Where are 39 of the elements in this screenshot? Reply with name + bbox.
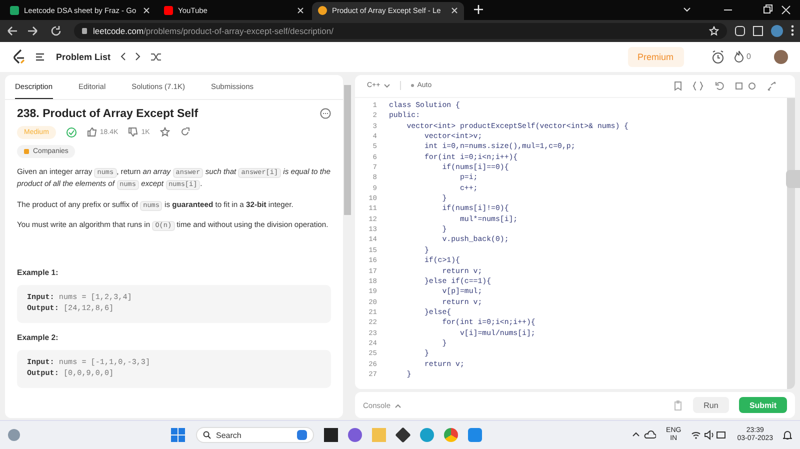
favicon-icon: [318, 6, 327, 16]
more-icon[interactable]: [320, 108, 331, 120]
alarm-clock-icon[interactable]: [710, 50, 725, 64]
flame-icon[interactable]: [734, 50, 744, 64]
new-tab-icon[interactable]: [474, 5, 483, 14]
clipboard-icon[interactable]: [673, 400, 683, 411]
caret-icon: [384, 84, 390, 88]
close-icon[interactable]: [143, 7, 150, 14]
favicon-icon: [10, 6, 19, 16]
list-icon[interactable]: [35, 52, 47, 62]
previous-icon[interactable]: [120, 52, 126, 62]
solved-check-icon: [66, 126, 77, 138]
tray-icons[interactable]: [632, 430, 656, 440]
caret-icon: [394, 404, 401, 408]
search-icon: [203, 431, 212, 440]
favicon-icon: [164, 6, 173, 16]
network-volume-battery-icons[interactable]: [691, 430, 728, 440]
logo-icon[interactable]: [12, 48, 26, 65]
bell-icon[interactable]: [783, 430, 792, 440]
problem-title: 238. Product of Array Except Self: [17, 108, 200, 120]
thumbs-up-icon: [86, 127, 97, 138]
user-avatar[interactable]: [774, 50, 788, 64]
thumbs-down-icon: [128, 127, 138, 138]
app-icon[interactable]: [324, 428, 338, 442]
problem-list-link[interactable]: Problem List: [56, 52, 111, 62]
close-icon[interactable]: [451, 7, 458, 14]
streak-count: 0: [746, 52, 751, 62]
taskbar-search-field[interactable]: Search: [196, 427, 314, 444]
run-button[interactable]: Run: [693, 397, 729, 414]
close-icon[interactable]: [297, 7, 304, 14]
menu-icon[interactable]: [791, 25, 794, 36]
profile-avatar[interactable]: [771, 24, 783, 37]
address-bar[interactable]: leetcode.com/problems/product-of-array-except-self/description/: [74, 22, 727, 39]
dot-icon: [411, 84, 414, 88]
share-icon[interactable]: [180, 127, 190, 138]
next-icon[interactable]: [134, 52, 141, 62]
start-icon[interactable]: [170, 427, 186, 444]
shuffle-icon[interactable]: [150, 52, 162, 62]
star-icon[interactable]: [160, 127, 170, 138]
